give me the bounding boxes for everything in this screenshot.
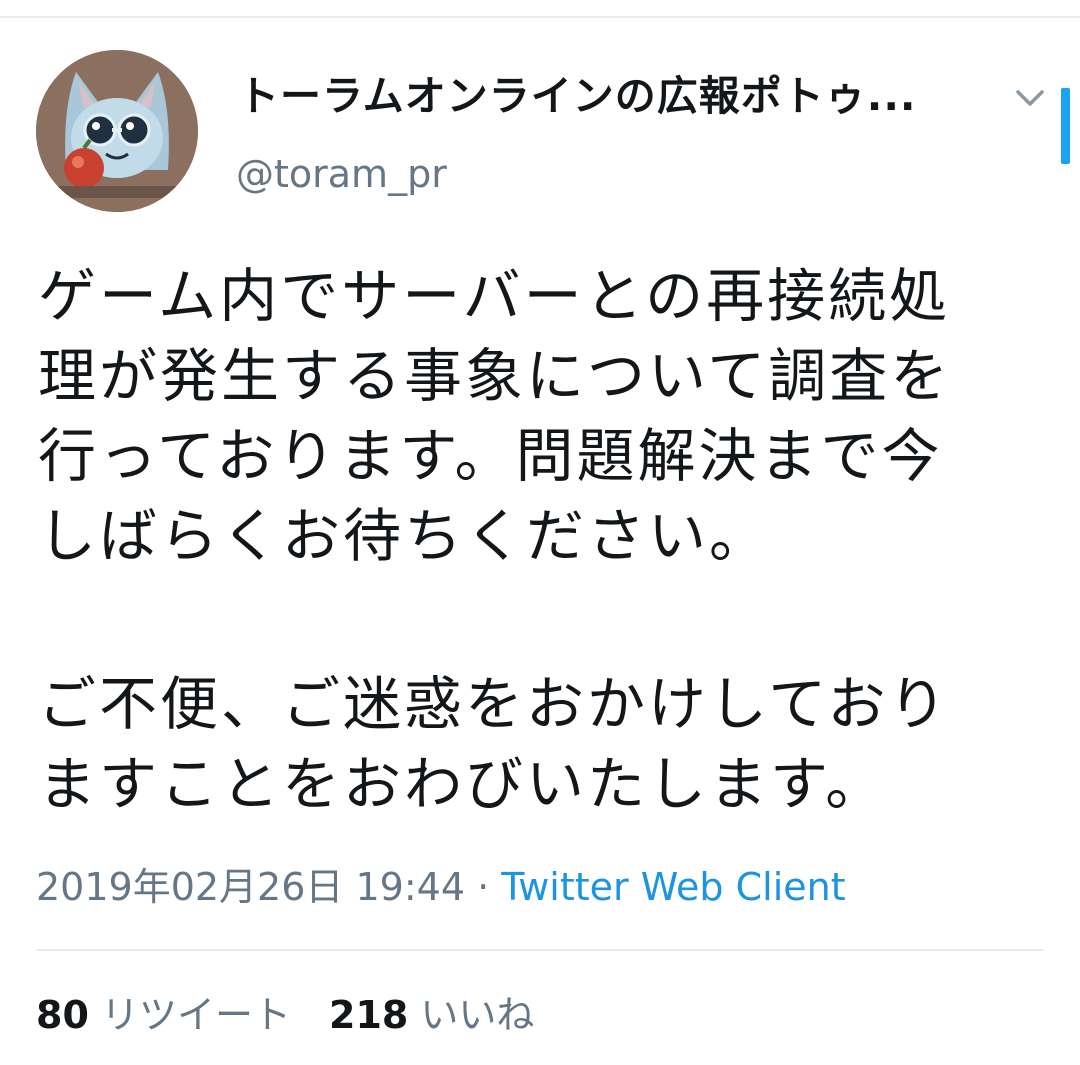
- retweets-count: 80: [36, 993, 89, 1037]
- retweets-stat[interactable]: 80 リツイート: [36, 990, 291, 1040]
- tweet-text-line: ご不便、ご迷惑をおかけしており: [38, 670, 950, 738]
- author-display-name[interactable]: トーラムオンラインの広報ポトゥ...: [238, 68, 958, 124]
- likes-label: いいね: [420, 993, 535, 1037]
- tweet-timestamp[interactable]: 2019年02月26日 19:44: [36, 865, 465, 909]
- chevron-down-icon[interactable]: [1010, 78, 1050, 118]
- tweet-text-line: 理が発生する事象について調査を: [38, 342, 952, 410]
- tweet-text-line: しばらくお待ちください。: [38, 502, 771, 570]
- tweet-metadata: 2019年02月26日 19:44 · Twitter Web Client: [36, 862, 846, 912]
- likes-stat[interactable]: 218 いいね: [329, 990, 534, 1040]
- scroll-indicator[interactable]: [1061, 88, 1070, 164]
- tweet-text-line: ゲーム内でサーバーとの再接続処: [38, 262, 951, 330]
- tweet-text-line: ますことをおわびいたします。: [38, 750, 887, 818]
- tweet-text-line: 行っております。問題解決まで今: [38, 422, 943, 490]
- meta-separator: ·: [465, 865, 502, 909]
- tweet-source-link[interactable]: Twitter Web Client: [501, 865, 845, 909]
- avatar[interactable]: [36, 50, 198, 212]
- likes-count: 218: [329, 993, 409, 1037]
- author-handle[interactable]: @toram_pr: [236, 150, 447, 198]
- paragraph-break: [38, 576, 1048, 664]
- retweets-label: リツイート: [100, 993, 291, 1037]
- tweet-text: ゲーム内でサーバーとの再接続処 理が発生する事象について調査を 行っております。…: [38, 256, 1048, 824]
- top-divider: [0, 0, 1080, 18]
- stats-divider: [36, 949, 1044, 951]
- tweet-stats: 80 リツイート 218 いいね: [36, 990, 534, 1040]
